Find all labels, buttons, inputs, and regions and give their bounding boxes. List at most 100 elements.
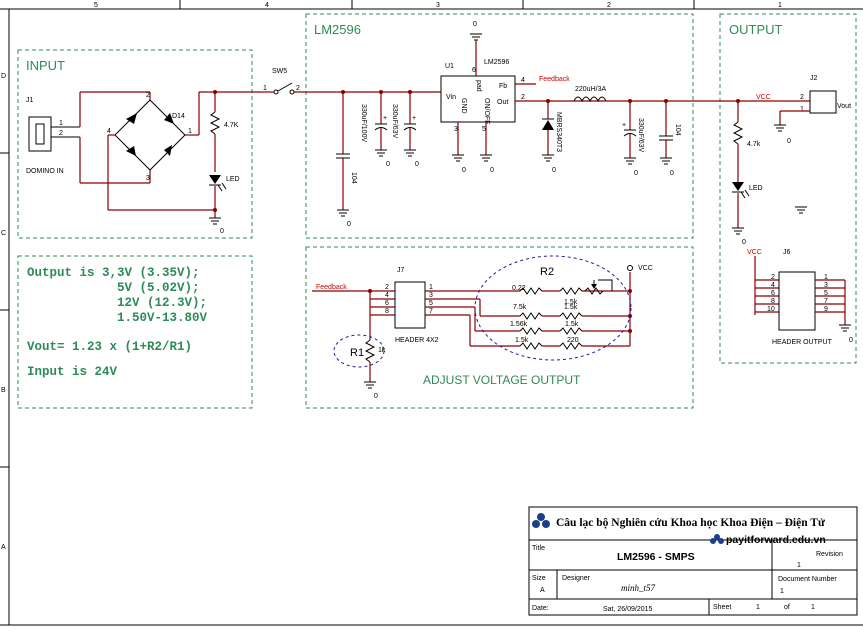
note-formula: Vout= 1.23 x (1+R2/R1) bbox=[27, 340, 192, 354]
svg-text:1: 1 bbox=[263, 85, 267, 92]
vcc-net-label: VCC bbox=[756, 94, 771, 101]
j7-name: HEADER 4X2 bbox=[395, 337, 439, 344]
adjust-resistor-1-5k-row2[interactable] bbox=[559, 312, 583, 320]
schematic-sheet: 5 4 3 2 1 D C B A INPUT LM2596 OUTPUT AD… bbox=[0, 0, 863, 629]
svg-text:0: 0 bbox=[742, 239, 746, 246]
input-cap-104-label: 104 bbox=[350, 172, 357, 184]
svg-text:0: 0 bbox=[462, 167, 466, 174]
svg-text:0: 0 bbox=[634, 170, 638, 177]
resistor-r1[interactable] bbox=[364, 339, 376, 363]
revision-value: 1 bbox=[797, 562, 801, 569]
u1-pin-vin: Vin bbox=[446, 94, 456, 101]
res-value: 1.5k bbox=[565, 321, 579, 328]
svg-text:1: 1 bbox=[800, 106, 804, 113]
u1-pin-onoff: ON/OFF bbox=[483, 98, 490, 124]
output-resistor[interactable] bbox=[732, 121, 744, 145]
svg-text:0: 0 bbox=[374, 393, 378, 400]
zone-label-left: D bbox=[1, 73, 6, 80]
adjust-resistor-7-5k[interactable] bbox=[519, 312, 543, 320]
output-led-label: LED bbox=[749, 185, 763, 192]
u1-ref: U1 bbox=[445, 63, 454, 70]
lm2596-circuit: 104 0 + 330uF/100V 0 + 330uF/63V 0 U1 LM… bbox=[336, 21, 720, 228]
adjust-resistor-1-5k-row1[interactable] bbox=[559, 287, 583, 295]
j1-connector[interactable] bbox=[28, 116, 52, 152]
svg-text:7: 7 bbox=[429, 308, 433, 315]
j7-ref: J7 bbox=[397, 267, 405, 274]
svg-text:+: + bbox=[412, 115, 416, 122]
note-input: Input is 24V bbox=[27, 365, 118, 379]
j6-vcc-label: VCC bbox=[747, 249, 762, 256]
j7-header-4x2[interactable] bbox=[394, 281, 426, 329]
adjust-resistor-1-56k[interactable] bbox=[519, 327, 543, 335]
svg-text:0: 0 bbox=[552, 167, 556, 174]
zone-label-left: C bbox=[1, 230, 6, 237]
total-sheets: 1 bbox=[811, 604, 815, 611]
d14-ref: D14 bbox=[172, 113, 185, 120]
adjust-resistor-1-5k-row3[interactable] bbox=[559, 327, 583, 335]
sw5-ref: SW5 bbox=[272, 68, 287, 75]
res-value: 7.5k bbox=[513, 304, 527, 311]
j1-ref: J1 bbox=[26, 97, 34, 104]
svg-text:4: 4 bbox=[521, 77, 525, 84]
designer-name: minh_t57 bbox=[621, 583, 656, 593]
u1-pin-gnd: GND bbox=[460, 98, 467, 114]
svg-text:8: 8 bbox=[385, 308, 389, 315]
zone-label-left: A bbox=[1, 544, 6, 551]
adjust-block-title: ADJUST VOLTAGE OUTPUT bbox=[423, 373, 581, 387]
input-led[interactable] bbox=[209, 175, 221, 184]
date-label: Date: bbox=[532, 605, 549, 612]
svg-text:0: 0 bbox=[787, 138, 791, 145]
output-cap-63v-label: 330uF/63V bbox=[637, 118, 644, 153]
svg-text:4: 4 bbox=[385, 292, 389, 299]
svg-text:6: 6 bbox=[385, 300, 389, 307]
bridge-rectifier-d14[interactable] bbox=[114, 99, 186, 171]
note-output-5: 5V (5.02V); bbox=[117, 281, 200, 295]
svg-text:6: 6 bbox=[771, 290, 775, 297]
j6-name: HEADER OUTPUT bbox=[772, 339, 833, 346]
svg-text:5: 5 bbox=[482, 126, 486, 133]
output-led[interactable] bbox=[732, 182, 744, 191]
j2-output-connector[interactable] bbox=[809, 90, 837, 114]
j6-header-output[interactable] bbox=[778, 271, 816, 331]
u1-part-name: LM2596 bbox=[484, 59, 509, 66]
u1-pin-fb: Fb bbox=[499, 83, 507, 90]
svg-text:4: 4 bbox=[771, 282, 775, 289]
website: payitforward.edu.vn bbox=[726, 534, 826, 546]
svg-text:1: 1 bbox=[429, 284, 433, 291]
input-resistor-value: 4.7K bbox=[224, 122, 239, 129]
svg-text:1: 1 bbox=[59, 120, 63, 127]
svg-text:2: 2 bbox=[800, 94, 804, 101]
zone-label-left: B bbox=[1, 387, 6, 394]
output-cap-104-label: 104 bbox=[674, 124, 681, 136]
svg-text:2: 2 bbox=[521, 94, 525, 101]
input-resistor[interactable] bbox=[209, 111, 221, 135]
switch-sw5[interactable]: SW5 1 2 bbox=[262, 68, 441, 95]
svg-text:3: 3 bbox=[454, 126, 458, 133]
revision-label: Revision bbox=[816, 551, 843, 558]
inductor-value: 220uH/3A bbox=[575, 86, 606, 93]
svg-text:0: 0 bbox=[386, 161, 390, 168]
r1-value: 1k bbox=[378, 347, 386, 354]
schottky-diode[interactable] bbox=[542, 120, 554, 130]
zone-label-top: 3 bbox=[436, 2, 440, 9]
res-value: 1.56k bbox=[510, 321, 528, 328]
svg-text:0: 0 bbox=[473, 21, 477, 28]
zone-label-top: 5 bbox=[94, 2, 98, 9]
lm2596-block-title: LM2596 bbox=[314, 22, 361, 37]
document-number-label: Document Number bbox=[778, 576, 837, 583]
of-label: of bbox=[784, 604, 790, 611]
date-value: Sat, 26/09/2015 bbox=[603, 606, 653, 613]
j2-pin-name: Vout bbox=[837, 103, 851, 110]
svg-text:+: + bbox=[622, 122, 626, 129]
zone-label-top: 2 bbox=[607, 2, 611, 9]
schematic-canvas: 5 4 3 2 1 D C B A INPUT LM2596 OUTPUT AD… bbox=[0, 0, 863, 626]
sheet-number: 1 bbox=[756, 604, 760, 611]
svg-text:2: 2 bbox=[385, 284, 389, 291]
input-block-title: INPUT bbox=[26, 58, 65, 73]
svg-text:3: 3 bbox=[429, 292, 433, 299]
r1-ref: R1 bbox=[350, 347, 364, 359]
feedback-net-label: Feedback bbox=[539, 76, 570, 83]
svg-text:4: 4 bbox=[107, 128, 111, 135]
zone-label-top: 1 bbox=[778, 2, 782, 9]
designer-label: Designer bbox=[562, 575, 591, 582]
